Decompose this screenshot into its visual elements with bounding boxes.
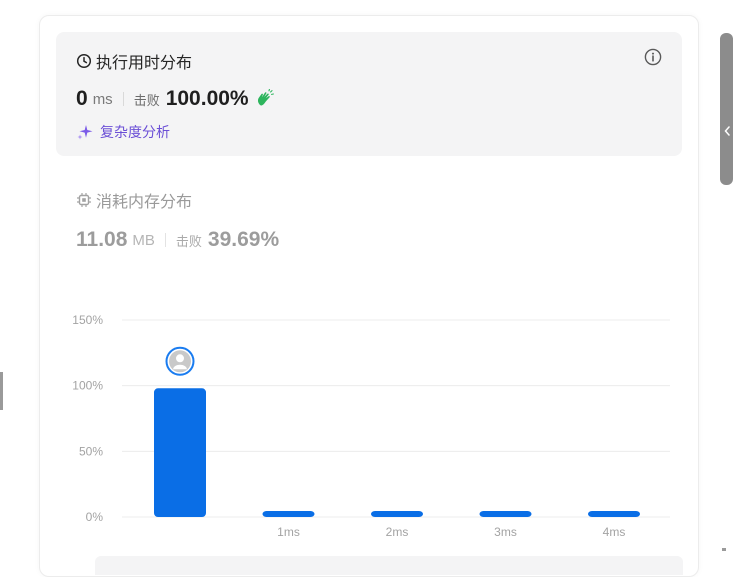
x-tick-label: 4ms (603, 525, 626, 539)
runtime-distribution-chart: 0% 50% 100% 150% 1ms 2ms 3ms 4ms (72, 313, 670, 539)
y-tick-label: 100% (72, 379, 103, 393)
y-tick-label: 50% (79, 444, 103, 458)
window-edge (722, 548, 726, 551)
chart-bar[interactable] (588, 511, 640, 517)
y-tick-label: 150% (72, 313, 103, 327)
x-tick-label: 1ms (277, 525, 300, 539)
vertical-scrollbar[interactable] (720, 33, 733, 185)
panel-footer (95, 556, 683, 575)
x-tick-label: 2ms (386, 525, 409, 539)
runtime-panel: 执行用时分布 0 ms 击败 100.00% 复杂度分析 消耗内存分布 11.0… (39, 15, 699, 577)
avatar-icon (165, 346, 195, 376)
chart-bar[interactable] (154, 388, 206, 517)
window-edge (0, 372, 3, 410)
x-tick-label: 3ms (494, 525, 517, 539)
chart-bar[interactable] (262, 511, 315, 517)
chart-bar[interactable] (371, 511, 423, 517)
y-tick-label: 0% (86, 510, 104, 524)
chart-bar[interactable] (479, 511, 532, 517)
chevron-left-icon[interactable] (724, 126, 730, 136)
